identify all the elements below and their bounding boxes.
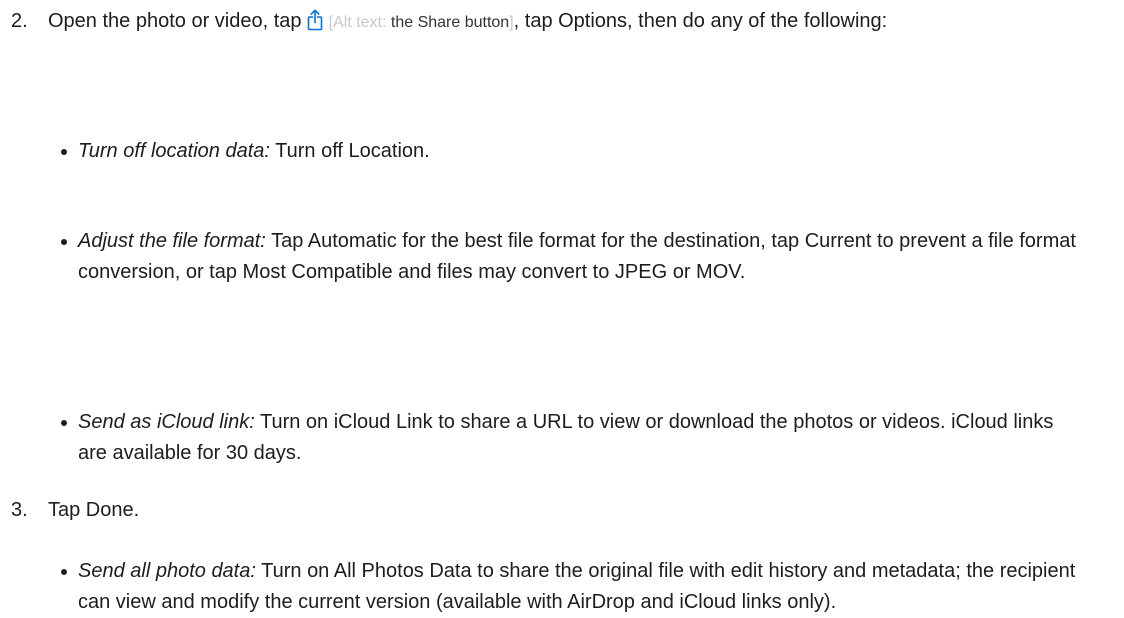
alt-text-prefix: [Alt text: (328, 14, 391, 31)
list-item: Adjust the file format: Tap Automatic fo… (48, 226, 1078, 288)
option-term: Adjust the file format: (78, 230, 266, 252)
option-term: Turn off location data: (78, 140, 270, 162)
bullet-icon (61, 420, 67, 426)
alt-text-label: [Alt text: the Share button] (329, 14, 514, 31)
bullet-icon (61, 239, 67, 245)
bullet-icon (61, 149, 67, 155)
share-icon (307, 9, 323, 31)
step-2: 2. Open the photo or video, tap [Alt tex… (0, 6, 1124, 38)
option-term: Send all photo data: (78, 560, 256, 582)
step-text: Tap Done. (48, 499, 140, 521)
step-number: 2. (11, 10, 28, 32)
help-article: 2. Open the photo or video, tap [Alt tex… (0, 0, 1124, 613)
list-item: Send all photo data: Turn on All Photos … (48, 556, 1078, 618)
step-text: Open the photo or video, tap [Alt text: … (48, 6, 1068, 38)
step-text-after-icon: , tap Options, then do any of the follow… (513, 10, 888, 32)
bullet-icon (61, 569, 67, 575)
step-text-before-icon: Open the photo or video, tap (48, 10, 302, 32)
list-item: Send as iCloud link: Turn on iCloud Link… (48, 407, 1078, 469)
step-3: 3. Tap Done. (0, 495, 1068, 526)
alt-text-value: the Share button (390, 14, 510, 31)
option-description: Turn off Location. (275, 140, 430, 162)
option-term: Send as iCloud link: (78, 411, 255, 433)
options-list: Turn off location data: Turn off Locatio… (0, 38, 1124, 613)
step-number: 3. (11, 499, 28, 521)
list-item: Turn off location data: Turn off Locatio… (48, 136, 1078, 167)
